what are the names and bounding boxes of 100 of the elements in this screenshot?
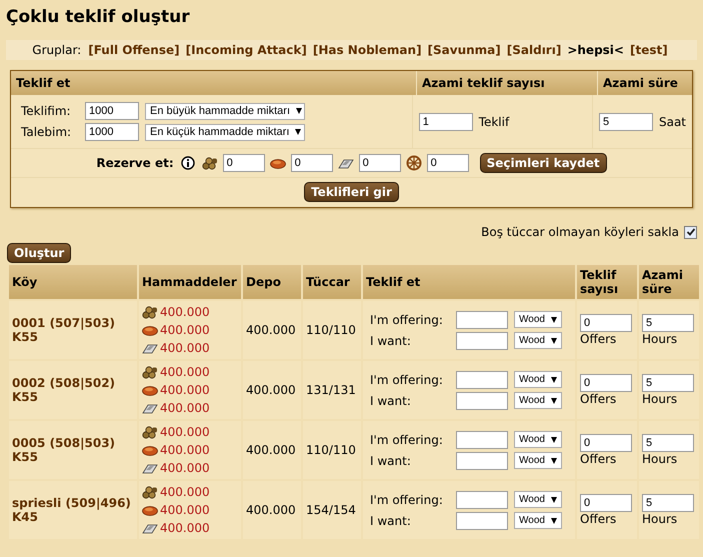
table-cell: 131/131 <box>306 383 356 397</box>
field-label: I'm offering: <box>369 312 444 326</box>
amount-field[interactable] <box>456 370 508 388</box>
caret-icon <box>550 436 557 442</box>
reserve-field[interactable]: 0 <box>290 154 333 172</box>
resource-amount: 400.000 <box>160 485 210 499</box>
duration-field[interactable]: 5 <box>642 494 694 512</box>
resource-amount: 400.000 <box>160 461 210 475</box>
resource-dropdown[interactable]: Wood <box>514 512 562 529</box>
unit-label: Hours <box>642 332 678 346</box>
offer-count-field[interactable]: 0 <box>580 374 632 392</box>
caret-icon <box>550 376 557 382</box>
caret-icon <box>550 316 557 322</box>
column-header: Tüccar <box>303 265 361 299</box>
field-label: I want: <box>369 514 412 528</box>
resource-dropdown[interactable]: En küçük hammadde miktarı <box>145 124 305 140</box>
duration-field[interactable]: 5 <box>642 374 694 392</box>
resource-amount: 400.000 <box>160 401 210 415</box>
ingot-icon <box>142 462 158 474</box>
group-link[interactable]: [Incoming Attack] <box>186 43 307 57</box>
amount-field[interactable]: 1000 <box>85 123 139 141</box>
unit-label: Teklif <box>478 114 510 128</box>
amount-field[interactable] <box>456 512 508 530</box>
offer-count-field[interactable]: 0 <box>580 434 632 452</box>
amount-field[interactable] <box>456 310 508 328</box>
amount-field[interactable] <box>456 452 508 470</box>
amount-field[interactable] <box>456 392 508 410</box>
page-title: Çoklu teklif oluştur <box>5 6 191 29</box>
resource-dropdown[interactable]: Wood <box>514 431 562 448</box>
amount-field[interactable]: 1000 <box>85 102 139 120</box>
unit-label: Offers <box>580 512 618 526</box>
reserve-label: Rezerve et: <box>96 156 174 170</box>
field-label: Teklifim: <box>20 104 72 118</box>
group-link[interactable]: [Saldırı] <box>506 43 562 57</box>
resource-amount: 400.000 <box>160 365 210 379</box>
resource-amount: 400.000 <box>160 383 210 397</box>
resource-amount: 400.000 <box>160 503 210 517</box>
duration-field[interactable]: 5 <box>642 314 694 332</box>
duration-field[interactable]: 5 <box>598 112 653 130</box>
reserve-field[interactable]: 0 <box>222 154 265 172</box>
unit-label: Offers <box>580 392 618 406</box>
unit-label: Hours <box>642 392 678 406</box>
logs-icon <box>142 306 158 318</box>
resource-amount: 400.000 <box>160 425 210 439</box>
table-cell: 110/110 <box>306 323 356 337</box>
table-cell: 400.000 <box>246 383 296 397</box>
caret-icon <box>296 108 302 114</box>
unit-label: Hours <box>642 512 678 526</box>
offer-count-field[interactable]: 0 <box>580 494 632 512</box>
field-label: I'm offering: <box>369 492 444 506</box>
submit-button[interactable]: Teklifleri gir <box>304 182 399 202</box>
clay-icon <box>270 156 286 170</box>
wheel-icon <box>406 155 422 171</box>
column-header: Hammaddeler <box>139 265 241 299</box>
resource-dropdown[interactable]: Wood <box>514 311 562 328</box>
resource-dropdown[interactable]: Wood <box>514 452 562 469</box>
caret-icon <box>550 518 557 524</box>
create-button[interactable]: Oluştur <box>7 243 72 263</box>
reserve-field[interactable]: 0 <box>426 154 469 172</box>
column-header: Azami süre <box>598 71 692 95</box>
field-label: I'm offering: <box>369 432 444 446</box>
table-cell: 154/154 <box>306 503 356 517</box>
resource-amount: 400.000 <box>160 443 210 457</box>
column-header: Depo <box>243 265 301 299</box>
offer-count-field[interactable]: 1 <box>418 112 473 130</box>
clay-icon <box>142 444 158 456</box>
group-link[interactable]: [Savunma] <box>428 43 501 57</box>
resource-dropdown[interactable]: Wood <box>514 392 562 409</box>
table-cell: 110/110 <box>306 443 356 457</box>
column-header: Teklif sayısı <box>577 265 637 299</box>
clay-icon <box>142 504 158 516</box>
group-link[interactable]: [Full Offense] <box>88 43 180 57</box>
resource-dropdown[interactable]: En büyük hammadde miktarı <box>145 102 305 120</box>
groups-label: Gruplar: <box>32 43 82 57</box>
resource-dropdown[interactable]: Wood <box>514 332 562 349</box>
table-cell: 400.000 <box>246 443 296 457</box>
offer-count-field[interactable]: 0 <box>580 314 632 332</box>
group-link[interactable]: [test] <box>630 43 668 57</box>
column-header: Teklif et <box>363 265 575 299</box>
column-header: Teklif et <box>11 71 417 95</box>
logs-icon <box>202 156 218 170</box>
resource-dropdown[interactable]: Wood <box>514 491 562 508</box>
checkbox[interactable] <box>684 226 697 238</box>
group-link[interactable]: >hepsi< <box>567 43 624 57</box>
logs-icon <box>142 426 158 438</box>
reserve-field[interactable]: 0 <box>358 154 401 172</box>
group-link[interactable]: [Has Nobleman] <box>312 43 422 57</box>
unit-label: Hours <box>642 452 678 466</box>
caret-icon <box>295 129 302 135</box>
amount-field[interactable] <box>456 332 508 350</box>
amount-field[interactable] <box>456 430 508 448</box>
save-button[interactable]: Seçimleri kaydet <box>480 153 607 173</box>
info-icon[interactable] <box>180 156 195 170</box>
clay-icon <box>142 324 158 336</box>
unit-label: Saat <box>658 114 686 128</box>
resource-dropdown[interactable]: Wood <box>514 371 562 388</box>
amount-field[interactable] <box>456 490 508 508</box>
column-header: Azami süre <box>639 265 699 299</box>
duration-field[interactable]: 5 <box>642 434 694 452</box>
logs-icon <box>142 486 158 498</box>
